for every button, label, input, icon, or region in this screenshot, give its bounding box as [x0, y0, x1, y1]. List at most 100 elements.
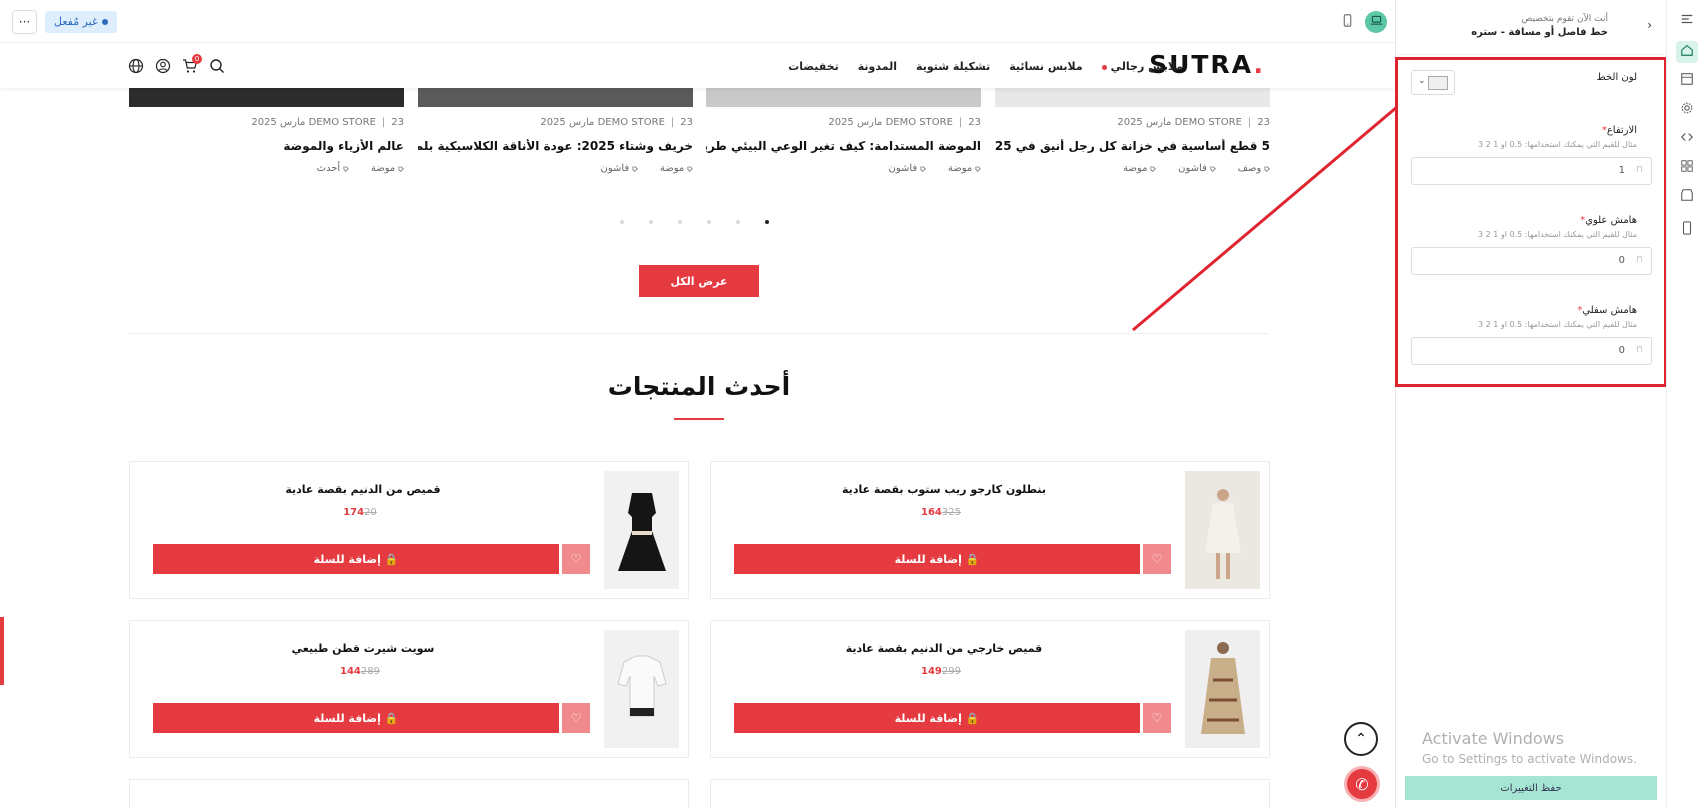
layout-icon — [1681, 73, 1693, 85]
blog-post[interactable]: DEMO STORE |23 مارس 2025 الموضة المستدامة… — [706, 117, 981, 174]
header-icons: 0 — [128, 54, 225, 74]
add-to-cart-button[interactable]: 🔒 إضافة للسلة — [734, 703, 1140, 733]
blog-post[interactable]: DEMO STORE |23 مارس 2025 خريف وشتاء 2025:… — [418, 117, 693, 174]
post-tag[interactable]: أحدث — [317, 163, 349, 174]
post-title[interactable]: خريف وشتاء 2025: عودة الأناقة الكلاسيكية… — [418, 139, 693, 153]
panel-subtitle: أنت الآن تقوم بتخصيص — [1521, 14, 1608, 24]
nav-item-winter[interactable]: تشكيلة شتوية — [916, 60, 990, 73]
cart-icon[interactable]: 0 — [182, 54, 202, 74]
rail-code-button[interactable] — [1676, 128, 1698, 150]
menu-icon — [1681, 14, 1693, 24]
product-price: 164 — [921, 507, 942, 518]
nav-item-women[interactable]: ملابس نسائية — [1009, 60, 1082, 73]
title-underline — [674, 418, 724, 420]
post-tag[interactable]: فاشون — [600, 163, 637, 174]
view-all-button[interactable]: عرض الكل — [639, 265, 759, 297]
blog-post[interactable]: DEMO STORE |23 مارس 2025 5 قطع أساسية في … — [995, 117, 1270, 174]
wishlist-button[interactable]: ♡ — [1143, 703, 1171, 733]
side-rail — [1666, 0, 1707, 809]
wishlist-button[interactable]: ♡ — [562, 703, 590, 733]
search-icon[interactable] — [209, 58, 225, 74]
post-tag[interactable]: فاشون — [888, 163, 925, 174]
product-price: 149 — [921, 666, 942, 677]
post-tag[interactable]: موضة — [660, 163, 693, 174]
status-badge[interactable]: غير مُفعل — [45, 11, 117, 33]
blog-image[interactable] — [129, 88, 404, 107]
post-tag[interactable]: موضة — [948, 163, 981, 174]
product-card[interactable]: بنطلون كارجو ريب ستوب بقصة عادية 164325 … — [710, 461, 1270, 599]
mobile-view-button[interactable] — [1336, 11, 1358, 33]
more-options-button[interactable]: ··· — [12, 10, 37, 34]
post-tag[interactable]: موضة — [371, 163, 404, 174]
product-card[interactable] — [129, 779, 689, 809]
rail-settings-button[interactable] — [1676, 99, 1698, 121]
product-name[interactable]: قميص من الدنيم بقصة عادية — [130, 483, 688, 496]
product-card[interactable]: قميص من الدنيم بقصة عادية 17420 🔒 إضافة … — [129, 461, 689, 599]
rail-layout-button[interactable] — [1676, 70, 1698, 92]
post-store: DEMO STORE — [1174, 117, 1242, 128]
slider-dots — [620, 220, 769, 224]
blog-image[interactable] — [706, 88, 981, 107]
status-dot-icon — [101, 19, 108, 25]
slider-dot[interactable] — [707, 220, 711, 224]
rail-store-button[interactable] — [1676, 186, 1698, 208]
home-icon — [1681, 44, 1693, 56]
collapse-menu-button[interactable] — [1676, 10, 1698, 32]
heart-icon: ♡ — [1151, 711, 1163, 725]
slider-dot[interactable] — [736, 220, 740, 224]
heart-icon: ♡ — [570, 711, 582, 725]
slider-dot[interactable] — [620, 220, 624, 224]
product-card[interactable]: سويت شيرت قطن طبيعي 144289 🔒 إضافة للسلة… — [129, 620, 689, 758]
whatsapp-button[interactable]: ✆ — [1344, 766, 1380, 802]
post-store: DEMO STORE — [885, 117, 953, 128]
product-name[interactable]: قميص خارجي من الدنيم بقصة عادية — [711, 642, 1269, 655]
product-name[interactable]: بنطلون كارجو ريب ستوب بقصة عادية — [711, 483, 1269, 496]
rail-home-button[interactable] — [1676, 41, 1698, 63]
post-title[interactable]: 5 قطع أساسية في خزانة كل رجل أنيق في 202… — [995, 139, 1270, 153]
desktop-view-button[interactable] — [1365, 11, 1387, 33]
product-old-price: 325 — [941, 507, 961, 518]
add-to-cart-label: إضافة للسلة — [894, 552, 962, 566]
add-to-cart-button[interactable]: 🔒 إضافة للسلة — [153, 703, 559, 733]
post-tag[interactable]: موضة — [1123, 163, 1156, 174]
add-to-cart-button[interactable]: 🔒 إضافة للسلة — [153, 544, 559, 574]
blog-image[interactable] — [995, 88, 1270, 107]
side-indicator — [0, 617, 4, 685]
blog-image[interactable] — [418, 88, 693, 107]
scroll-top-button[interactable]: ⌃ — [1344, 722, 1378, 756]
gear-icon — [1681, 102, 1693, 114]
chevron-up-icon: ⌃ — [1355, 731, 1367, 747]
rail-blocks-button[interactable] — [1676, 157, 1698, 179]
logo-dot: . — [1253, 50, 1265, 79]
add-to-cart-label: إضافة للسلة — [313, 711, 381, 725]
blog-post[interactable]: DEMO STORE |23 مارس 2025 عالم الأزياء وال… — [129, 117, 404, 174]
product-card[interactable]: قميص خارجي من الدنيم بقصة عادية 149299 🔒… — [710, 620, 1270, 758]
user-icon[interactable] — [155, 58, 171, 74]
lock-icon: 🔒 — [380, 552, 399, 566]
nav-item-sale[interactable]: تخفيضات — [788, 60, 839, 73]
globe-icon[interactable] — [128, 58, 144, 74]
code-icon — [1680, 133, 1694, 141]
rail-mobile-button[interactable] — [1676, 219, 1698, 241]
slider-dot[interactable] — [678, 220, 682, 224]
slider-dot[interactable] — [649, 220, 653, 224]
product-name[interactable]: سويت شيرت قطن طبيعي — [130, 642, 688, 655]
nav-item-blog[interactable]: المدونة — [858, 60, 897, 73]
post-tag[interactable]: فاشون — [1178, 163, 1215, 174]
back-button[interactable]: ‹ — [1647, 18, 1652, 32]
add-to-cart-button[interactable]: 🔒 إضافة للسلة — [734, 544, 1140, 574]
save-changes-button[interactable]: حفظ التغييرات — [1405, 776, 1657, 800]
laptop-icon — [1370, 15, 1382, 25]
post-title[interactable]: عالم الأزياء والموضة — [129, 139, 404, 153]
wishlist-button[interactable]: ♡ — [1143, 544, 1171, 574]
product-prices: 149299 — [711, 666, 1177, 677]
post-title[interactable]: الموضة المستدامة: كيف تغير الوعي البيئي … — [706, 139, 981, 153]
wishlist-button[interactable]: ♡ — [562, 544, 590, 574]
product-prices: 144289 — [130, 666, 596, 677]
product-card[interactable] — [710, 779, 1270, 809]
slider-dot-active[interactable] — [765, 220, 769, 224]
post-tag[interactable]: وصف — [1238, 163, 1270, 174]
nav-item-men[interactable]: ملابس رجالي — [1101, 60, 1183, 73]
annotation-highlight-box — [1395, 57, 1667, 387]
main-nav: ملابس رجالي ملابس نسائية تشكيلة شتوية ال… — [788, 60, 1183, 73]
